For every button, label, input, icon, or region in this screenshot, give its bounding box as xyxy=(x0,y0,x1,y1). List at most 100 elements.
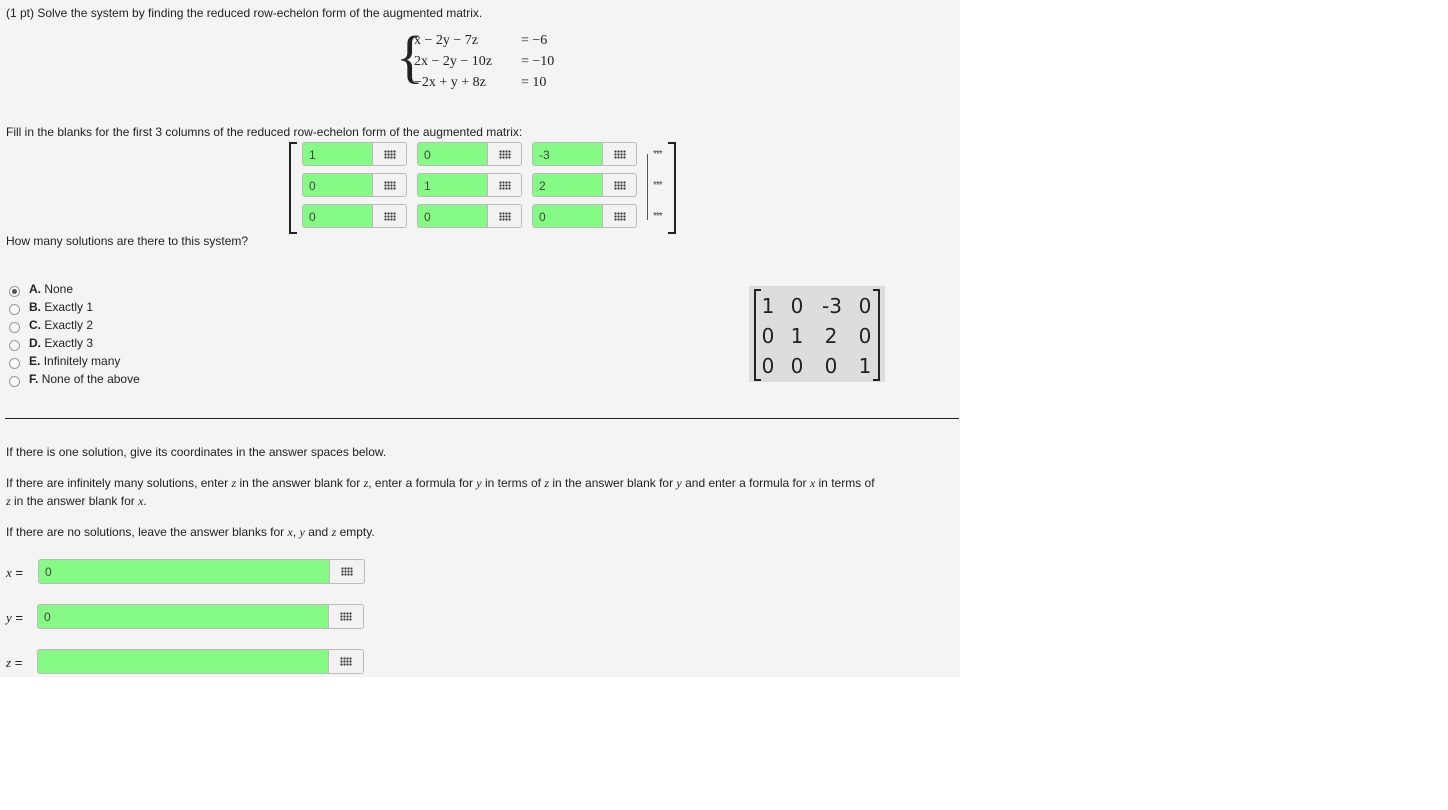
grid-icon xyxy=(499,150,511,159)
matrix-input-r3c1[interactable]: 0 xyxy=(302,204,372,228)
instruction-text: in terms of xyxy=(484,476,541,490)
matrix-input-r2c3[interactable]: 2 xyxy=(532,173,602,197)
option-d[interactable]: D. Exactly 3 xyxy=(29,336,93,350)
equation-2-lhs: 2x − 2y − 10z xyxy=(414,54,493,69)
answer-y-input[interactable]: 0 xyxy=(37,604,329,629)
equation-editor-button[interactable] xyxy=(602,204,637,228)
var-z: z xyxy=(231,476,237,490)
matrix-left-bracket xyxy=(289,142,297,234)
equation-editor-button[interactable] xyxy=(487,173,522,197)
matrix-input-r2c2[interactable]: 1 xyxy=(417,173,487,197)
option-a[interactable]: A. None xyxy=(29,282,73,296)
equation-3-rhs: = 10 xyxy=(521,75,547,90)
var-y: y xyxy=(6,610,12,625)
grid-icon xyxy=(614,212,626,221)
image-entry: 0 xyxy=(858,324,872,348)
instruction-infinite-line1: If there are infinitely many solutions, … xyxy=(6,476,875,491)
option-text: Exactly 3 xyxy=(44,336,94,350)
option-c[interactable]: C. Exactly 2 xyxy=(29,318,93,332)
equation-1-rhs: = −6 xyxy=(521,33,548,48)
option-e-radio[interactable] xyxy=(9,358,20,369)
matrix-input-r3c3[interactable]: 0 xyxy=(532,204,602,228)
var-x: x xyxy=(6,565,12,580)
image-entry: -3 xyxy=(822,294,842,318)
answer-z-input[interactable] xyxy=(37,649,329,674)
var-x: x xyxy=(809,476,816,490)
instruction-text: If there are no solutions, leave the ans… xyxy=(6,525,285,539)
augment-separator xyxy=(647,154,648,220)
image-entry: 0 xyxy=(790,294,804,318)
grid-icon xyxy=(384,150,396,159)
grid-icon xyxy=(614,150,626,159)
equation-3-lhs: −2x + y + 8z xyxy=(414,75,486,90)
option-f-radio[interactable] xyxy=(9,376,20,387)
image-entry: 1 xyxy=(761,294,775,318)
var-z: z xyxy=(544,476,549,490)
equation-1-lhs: x − 2y − 7z xyxy=(414,33,479,48)
matrix-input-r1c3[interactable]: -3 xyxy=(532,142,602,166)
grid-icon xyxy=(384,212,396,221)
option-e[interactable]: E. Infinitely many xyxy=(29,354,120,368)
solutions-question: How many solutions are there to this sys… xyxy=(6,234,249,248)
option-d-radio[interactable] xyxy=(9,340,20,351)
image-entry: 1 xyxy=(858,354,872,378)
image-entry: 2 xyxy=(824,324,838,348)
fill-prompt: Fill in the blanks for the first 3 colum… xyxy=(6,125,523,139)
equation-editor-button[interactable] xyxy=(487,204,522,228)
grid-icon xyxy=(614,181,626,190)
equation-editor-button[interactable] xyxy=(372,173,407,197)
equation-editor-button[interactable] xyxy=(602,142,637,166)
matrix-input-r1c1[interactable]: 1 xyxy=(302,142,372,166)
instruction-text: , xyxy=(292,525,297,539)
var-z: z xyxy=(331,525,337,539)
var-y: y xyxy=(676,476,682,490)
matrix-right-bracket xyxy=(668,142,676,234)
instruction-text: in the answer blank for xyxy=(552,476,674,490)
grid-icon xyxy=(384,181,396,190)
option-text: None of the above xyxy=(41,372,140,386)
option-a-radio[interactable] xyxy=(9,286,20,297)
image-entry: 1 xyxy=(790,324,804,348)
var-z: z xyxy=(6,655,12,670)
equation-editor-button[interactable] xyxy=(487,142,522,166)
var-y: y xyxy=(299,525,305,539)
grid-icon xyxy=(499,212,511,221)
problem-header: (1 pt) Solve the system by finding the r… xyxy=(6,6,483,20)
answer-x-label: x = xyxy=(6,565,23,581)
grid-icon xyxy=(340,612,352,621)
option-letter: C. xyxy=(29,318,41,332)
var-z: z xyxy=(6,494,11,508)
option-b[interactable]: B. Exactly 1 xyxy=(29,300,93,314)
equation-editor-button[interactable] xyxy=(329,559,365,584)
instruction-text: in the answer blank for xyxy=(239,476,361,490)
instruction-text: and xyxy=(308,525,329,539)
var-y: y xyxy=(476,476,482,490)
equation-editor-button[interactable] xyxy=(372,204,407,228)
option-letter: A. xyxy=(29,282,41,296)
divider xyxy=(5,418,959,419)
equation-editor-button[interactable] xyxy=(602,173,637,197)
option-text: Exactly 1 xyxy=(44,300,94,314)
equals-sign: = xyxy=(15,610,23,625)
option-c-radio[interactable] xyxy=(9,322,20,333)
instruction-text: and enter a formula for xyxy=(685,476,807,490)
equation-editor-button[interactable] xyxy=(328,649,364,674)
image-entry: 0 xyxy=(790,354,804,378)
rref-matrix-image: 1 0 -3 0 0 1 2 0 0 0 0 1 xyxy=(749,286,885,382)
equation-editor-button[interactable] xyxy=(372,142,407,166)
option-f[interactable]: F. None of the above xyxy=(29,372,140,386)
option-letter: E. xyxy=(29,354,41,368)
equals-sign: = xyxy=(14,655,23,670)
instruction-text: , enter a formula for xyxy=(368,476,473,490)
grid-icon xyxy=(340,657,352,666)
equals-sign: = xyxy=(15,565,23,580)
instruction-text: If there are infinitely many solutions, … xyxy=(6,476,229,490)
matrix-input-r1c2[interactable]: 0 xyxy=(417,142,487,166)
matrix-input-r2c1[interactable]: 0 xyxy=(302,173,372,197)
instruction-text: empty. xyxy=(339,525,375,539)
matrix-input-r3c2[interactable]: 0 xyxy=(417,204,487,228)
equation-editor-button[interactable] xyxy=(328,604,364,629)
option-b-radio[interactable] xyxy=(9,304,20,315)
answer-x-input[interactable]: 0 xyxy=(38,559,330,584)
instruction-text: . xyxy=(143,494,147,508)
